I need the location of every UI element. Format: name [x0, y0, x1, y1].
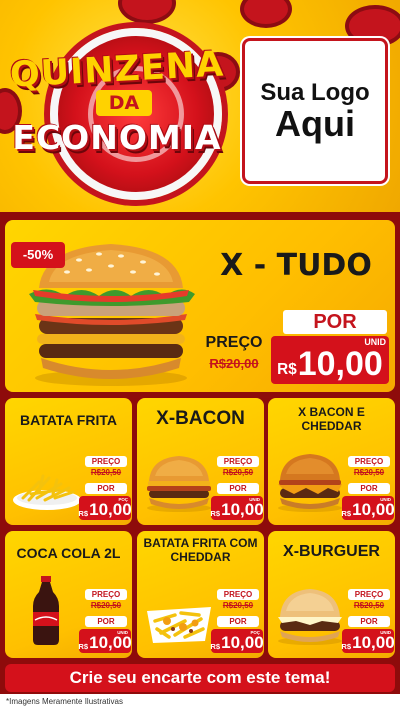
campaign-title-line3: ECONOMIA	[12, 118, 222, 157]
burger-icon	[278, 589, 342, 645]
product-card-x-burguer[interactable]: X-BURGUER PREÇO R$20,50 POR R$ 10,00 UNI…	[268, 531, 395, 658]
new-price: 10,00	[89, 500, 132, 519]
currency-symbol: R$	[277, 361, 297, 379]
price-label: PREÇO	[205, 334, 263, 351]
decor-coin-icon	[118, 0, 176, 24]
por-label: POR	[348, 483, 390, 494]
cheese-fries-icon	[147, 607, 211, 643]
por-label: POR	[85, 483, 127, 494]
featured-product-title: X - TUDO	[220, 248, 372, 283]
decor-coin-icon	[240, 0, 292, 28]
logo-placeholder[interactable]: Sua Logo Aqui	[242, 38, 388, 184]
currency-symbol: R$	[341, 641, 352, 651]
product-card-batata-frita[interactable]: BATATA FRITA PREÇO R$20,50 POR R$ 10,00 …	[5, 398, 132, 525]
price-block: PREÇO R$20,50 POR R$ 10,00 UNID	[341, 456, 395, 522]
currency-symbol: R$	[78, 641, 89, 651]
new-price: 10,00	[297, 345, 383, 383]
product-card-x-bacon[interactable]: X-BACON PREÇO R$20,50 POR R$ 10,00 UNID	[137, 398, 264, 525]
featured-price-block: PREÇO R$20,00 POR R$ 10,00 UNID	[201, 308, 391, 388]
featured-product-card[interactable]: -50% X - TUDO PREÇO R$20,00 POR R$ 10,00…	[5, 220, 395, 392]
product-title: COCA COLA 2L	[16, 545, 121, 561]
old-price: R$20,50	[90, 601, 122, 610]
product-card-coca-cola[interactable]: COCA COLA 2L PREÇO R$20,50 POR R$ 10,00 …	[5, 531, 132, 658]
price-block: PREÇO R$20,50 POR R$ 10,00 POÇ	[78, 456, 132, 522]
price-label: PREÇO	[85, 456, 127, 467]
logo-placeholder-line1: Sua Logo	[260, 78, 370, 106]
logo-placeholder-line2: Aqui	[275, 102, 355, 144]
por-label: POR	[85, 616, 127, 627]
product-title: BATATA FRITA	[20, 412, 117, 428]
por-label: POR	[217, 616, 259, 627]
price-label: PREÇO	[217, 456, 259, 467]
product-title: BATATA FRITA COM CHEDDAR	[143, 536, 258, 564]
new-price: 10,00	[352, 500, 395, 519]
header-banner: QUINZENA DA ECONOMIA Sua Logo Aqui	[0, 0, 400, 212]
soda-bottle-icon	[33, 576, 59, 645]
product-title: X BACON E CHEDDAR	[298, 405, 365, 433]
unit-label: UNID	[117, 630, 128, 635]
new-price-tag: R$ 10,00 UNID	[78, 629, 132, 653]
product-title: X-BURGUER	[283, 543, 380, 560]
old-price: R$20,50	[90, 468, 122, 477]
create-flyer-cta[interactable]: Crie seu encarte com este tema!	[5, 664, 395, 692]
por-label: POR	[348, 616, 390, 627]
product-card-batata-cheddar[interactable]: BATATA FRITA COM CHEDDAR PREÇO R$20,50 P…	[137, 531, 264, 658]
product-title: X-BACON	[156, 408, 245, 429]
price-label: PREÇO	[85, 589, 127, 600]
currency-symbol: R$	[341, 508, 352, 518]
footer-bar: *Imagens Meramente Ilustrativas	[0, 694, 400, 711]
new-price-tag: R$ 10,00 UNID	[341, 629, 395, 653]
unit-label: UNID	[380, 630, 391, 635]
new-price: 10,00	[89, 633, 132, 652]
price-block: PREÇO R$20,50 POR R$ 10,00 UNID	[210, 456, 264, 522]
discount-badge: -50%	[11, 242, 65, 268]
old-price: R$20,50	[222, 468, 254, 477]
new-price-tag: R$ 10,00 UNID	[341, 496, 395, 520]
new-price-tag: R$ 10,00 UNID	[271, 336, 389, 384]
old-price: R$20,50	[353, 601, 385, 610]
burger-icon	[147, 456, 211, 512]
unit-label: UNID	[249, 497, 260, 502]
product-card-x-bacon-cheddar[interactable]: X BACON E CHEDDAR PREÇO R$20,50 POR R$ 1…	[268, 398, 395, 525]
old-price: R$20,00	[209, 356, 259, 371]
new-price: 10,00	[352, 633, 395, 652]
currency-symbol: R$	[78, 508, 89, 518]
currency-symbol: R$	[210, 508, 221, 518]
price-label: PREÇO	[348, 456, 390, 467]
price-label: PREÇO	[217, 589, 259, 600]
new-price-tag: R$ 10,00 POÇ	[210, 629, 264, 653]
price-label: PREÇO	[348, 589, 390, 600]
new-price: 10,00	[221, 500, 264, 519]
unit-label: UNID	[364, 337, 386, 347]
unit-label: POÇ	[250, 630, 260, 635]
new-price: 10,00	[221, 633, 264, 652]
campaign-title-line2: DA	[96, 90, 152, 116]
old-price: R$20,50	[353, 468, 385, 477]
price-block: PREÇO R$20,50 POR R$ 10,00 UNID	[341, 589, 395, 655]
fries-icon	[13, 474, 81, 510]
unit-label: UNID	[380, 497, 391, 502]
new-price-tag: R$ 10,00 UNID	[210, 496, 264, 520]
por-label: POR	[283, 310, 387, 334]
unit-label: POÇ	[118, 497, 128, 502]
price-block: PREÇO R$20,50 POR R$ 10,00 POÇ	[210, 589, 264, 655]
por-label: POR	[217, 483, 259, 494]
disclaimer-text: *Imagens Meramente Ilustrativas	[6, 697, 123, 706]
old-price: R$20,50	[222, 601, 254, 610]
burger-icon	[278, 454, 342, 512]
new-price-tag: R$ 10,00 POÇ	[78, 496, 132, 520]
price-block: PREÇO R$20,50 POR R$ 10,00 UNID	[78, 589, 132, 655]
currency-symbol: R$	[210, 641, 221, 651]
